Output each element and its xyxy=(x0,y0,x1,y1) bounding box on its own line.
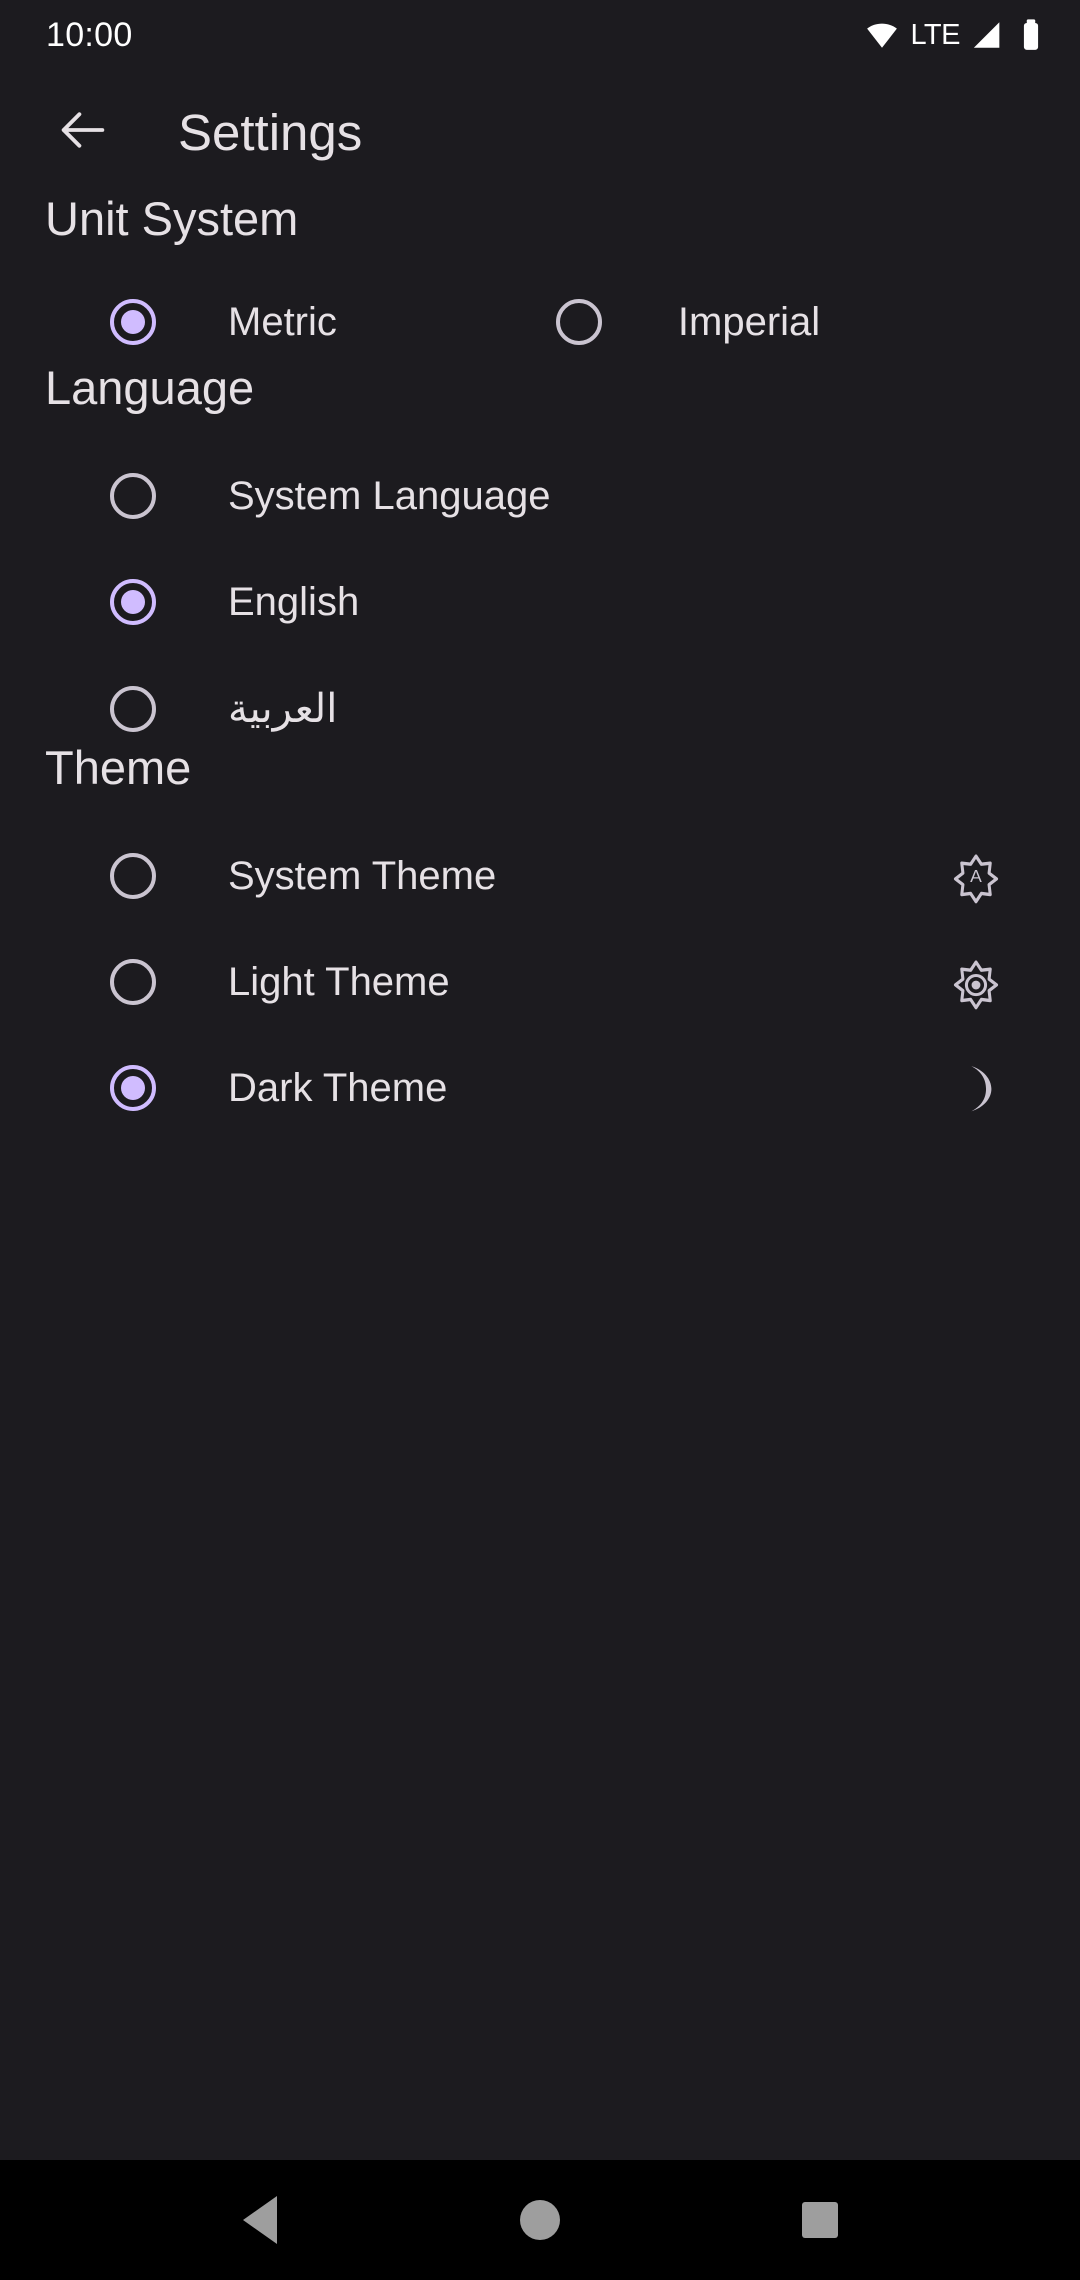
radio-option-light-theme[interactable]: Light Theme xyxy=(0,934,1080,1030)
radio-indicator-metric[interactable] xyxy=(110,299,156,345)
nav-recents-button[interactable] xyxy=(772,2172,868,2268)
cellular-signal-icon xyxy=(971,18,1005,52)
section-header-language: Language xyxy=(45,361,255,414)
arrow-back-icon xyxy=(54,101,112,164)
radio-indicator-english[interactable] xyxy=(110,579,156,625)
radio-label-light-theme: Light Theme xyxy=(228,960,450,1004)
radio-option-system-language[interactable]: System Language xyxy=(0,448,1080,544)
nav-back-button[interactable] xyxy=(212,2172,308,2268)
radio-indicator-light-theme[interactable] xyxy=(110,959,156,1005)
status-icons: LTE xyxy=(865,18,1046,52)
battery-icon xyxy=(1016,18,1046,52)
radio-option-metric[interactable]: Metric xyxy=(110,299,337,345)
svg-text:A: A xyxy=(970,866,982,886)
radio-label-dark-theme: Dark Theme xyxy=(228,1066,448,1110)
radio-label-metric: Metric xyxy=(228,300,337,344)
section-header-unit-system: Unit System xyxy=(45,192,299,245)
nav-home-button[interactable] xyxy=(492,2172,588,2268)
radio-option-imperial[interactable]: Imperial xyxy=(555,299,821,345)
section-header-theme: Theme xyxy=(45,741,192,794)
radio-indicator-arabic[interactable] xyxy=(110,686,156,732)
app-bar: Settings xyxy=(0,70,1080,195)
moon-crescent-icon xyxy=(945,1057,1007,1119)
nav-home-circle-icon xyxy=(520,2200,560,2240)
brightness-sun-icon xyxy=(945,951,1007,1013)
radio-indicator-system-theme[interactable] xyxy=(110,853,156,899)
radio-label-imperial: Imperial xyxy=(677,300,821,344)
status-clock: 10:00 xyxy=(46,16,133,54)
lte-label: LTE xyxy=(910,18,960,51)
unit-system-options: Metric Imperial xyxy=(0,274,1080,370)
radio-option-dark-theme[interactable]: Dark Theme xyxy=(0,1040,1080,1136)
android-navigation-bar xyxy=(0,2160,1080,2280)
settings-content: Unit System Metric Imperial Language Sys… xyxy=(0,195,1080,2160)
radio-indicator-imperial[interactable] xyxy=(555,299,602,345)
nav-recents-square-icon xyxy=(802,2202,838,2238)
status-bar: 10:00 LTE xyxy=(0,0,1080,70)
back-button[interactable] xyxy=(40,90,126,176)
settings-screen: 10:00 LTE Settings Unit System Metric Im… xyxy=(0,0,1080,2280)
radio-label-arabic: العربية xyxy=(228,687,338,731)
radio-label-english: English xyxy=(228,580,360,624)
radio-option-system-theme[interactable]: System Theme A xyxy=(0,828,1080,924)
page-title: Settings xyxy=(178,104,363,161)
nav-back-triangle-icon xyxy=(243,2196,277,2244)
radio-indicator-dark-theme[interactable] xyxy=(110,1065,156,1111)
radio-label-system-language: System Language xyxy=(228,474,551,518)
radio-label-system-theme: System Theme xyxy=(228,854,497,898)
brightness-auto-icon: A xyxy=(945,845,1007,907)
radio-indicator-system-language[interactable] xyxy=(110,473,156,519)
radio-option-english[interactable]: English xyxy=(0,554,1080,650)
wifi-icon xyxy=(865,18,899,52)
